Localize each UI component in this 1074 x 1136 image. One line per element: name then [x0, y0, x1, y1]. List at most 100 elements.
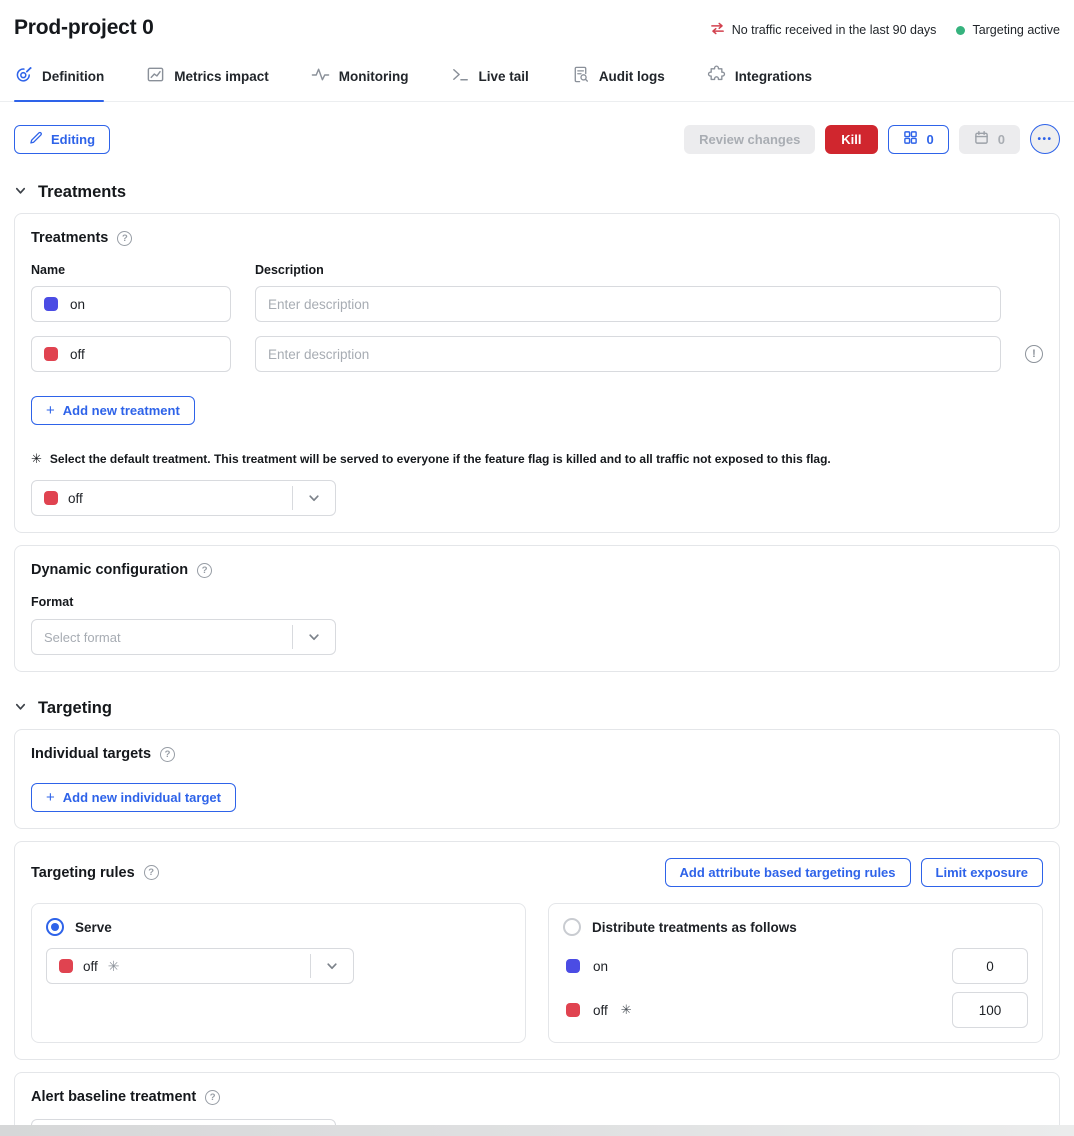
description-column-header: Description	[255, 263, 324, 277]
tab-audit-logs-label: Audit logs	[599, 69, 665, 84]
format-label: Format	[31, 595, 1043, 609]
treatment-color-chip	[44, 491, 58, 505]
chevron-down-icon[interactable]	[311, 959, 353, 973]
targeting-status: Targeting active	[956, 23, 1060, 37]
page-title: Prod-project 0	[14, 16, 154, 40]
distribute-row: off ✳	[563, 992, 1028, 1028]
help-icon[interactable]: ?	[144, 865, 159, 880]
serve-radio-selected[interactable]	[46, 918, 64, 936]
help-icon[interactable]: ?	[205, 1090, 220, 1105]
targeting-rules-header: Targeting rules ? Add attribute based ta…	[31, 858, 1043, 887]
metrics-chart-icon	[146, 65, 165, 87]
distribute-treatment-name: on	[593, 959, 608, 974]
serve-treatment-select[interactable]: off ✳	[46, 948, 354, 984]
audit-document-icon	[571, 65, 590, 87]
asterisk-icon: ✳	[108, 958, 120, 975]
schedule-count-value: 0	[998, 132, 1005, 147]
add-individual-target-button[interactable]: + Add new individual target	[31, 783, 236, 812]
page-header: Prod-project 0 No traffic received in th…	[0, 0, 1074, 40]
tab-metrics-impact[interactable]: Metrics impact	[146, 65, 269, 101]
distribute-percent-input[interactable]	[952, 992, 1028, 1028]
traffic-status-text: No traffic received in the last 90 days	[732, 23, 937, 37]
tab-integrations[interactable]: Integrations	[707, 65, 812, 101]
kill-button-label: Kill	[841, 132, 861, 147]
individual-targets-title: Individual targets ?	[31, 746, 1043, 762]
tab-metrics-impact-label: Metrics impact	[174, 69, 269, 84]
definition-target-icon	[14, 65, 33, 87]
add-new-treatment-button[interactable]: + Add new treatment	[31, 396, 195, 425]
help-icon[interactable]: ?	[197, 563, 212, 578]
toolbar-right-group: Review changes Kill 0	[684, 124, 1060, 154]
tab-monitoring[interactable]: Monitoring	[311, 65, 409, 101]
targeting-section-header[interactable]: Targeting	[14, 699, 1060, 718]
treatment-name-field[interactable]	[70, 297, 218, 312]
default-treatment-select[interactable]: off	[31, 480, 336, 516]
treatments-section-header[interactable]: Treatments	[14, 183, 1060, 202]
tab-definition-label: Definition	[42, 69, 104, 84]
help-icon[interactable]: ?	[117, 231, 132, 246]
format-select-placeholder: Select format	[44, 630, 121, 645]
kill-button[interactable]: Kill	[825, 125, 877, 154]
distribute-radio-row[interactable]: Distribute treatments as follows	[563, 918, 1028, 936]
monitoring-pulse-icon	[311, 65, 330, 87]
tab-monitoring-label: Monitoring	[339, 69, 409, 84]
schedule-count-button[interactable]: 0	[959, 125, 1020, 154]
tab-definition[interactable]: Definition	[14, 65, 104, 101]
row-icon-slot: !	[1025, 345, 1043, 363]
targeting-rule-cards: Serve off ✳ Dist	[31, 903, 1043, 1043]
puzzle-icon	[707, 65, 726, 87]
editing-button[interactable]: Editing	[14, 125, 110, 154]
treatments-section-title: Treatments	[38, 183, 126, 202]
distribute-card: Distribute treatments as follows on off …	[548, 903, 1043, 1043]
treatment-color-chip[interactable]	[44, 297, 58, 311]
treatments-panel-title-text: Treatments	[31, 230, 108, 246]
treatments-column-headers: Name Description	[31, 263, 1043, 277]
treatment-description-input[interactable]	[255, 286, 1001, 322]
tab-audit-logs[interactable]: Audit logs	[571, 65, 665, 101]
targeting-rules-panel: Targeting rules ? Add attribute based ta…	[14, 841, 1060, 1060]
changes-count-button[interactable]: 0	[888, 125, 949, 154]
traffic-status: No traffic received in the last 90 days	[710, 21, 937, 39]
tab-bar: Definition Metrics impact Monitoring	[0, 40, 1074, 102]
more-options-button[interactable]: •••	[1030, 124, 1060, 154]
plus-icon: +	[46, 403, 55, 418]
treatment-name-input[interactable]	[31, 286, 231, 322]
help-icon[interactable]: ?	[160, 747, 175, 762]
targeting-status-text: Targeting active	[972, 23, 1060, 37]
feature-flag-page: Prod-project 0 No traffic received in th…	[0, 0, 1074, 1136]
distribute-percent-input[interactable]	[952, 948, 1028, 984]
review-changes-label: Review changes	[699, 132, 800, 147]
serve-treatment-value: off	[83, 959, 98, 974]
editing-button-label: Editing	[51, 132, 95, 147]
review-changes-button[interactable]: Review changes	[684, 125, 815, 154]
changes-count-value: 0	[927, 132, 934, 147]
targeting-rules-title: Targeting rules ?	[31, 865, 159, 881]
serve-label: Serve	[75, 920, 112, 935]
treatment-row	[31, 286, 1043, 322]
format-select[interactable]: Select format	[31, 619, 336, 655]
add-new-treatment-label: Add new treatment	[63, 403, 180, 418]
dynamic-configuration-title: Dynamic configuration ?	[31, 562, 1043, 578]
treatment-color-chip[interactable]	[44, 347, 58, 361]
chevron-down-icon[interactable]	[293, 630, 335, 644]
treatments-panel-title: Treatments ?	[31, 230, 1043, 246]
treatment-description-input[interactable]	[255, 336, 1001, 372]
tab-integrations-label: Integrations	[735, 69, 812, 84]
chevron-down-icon[interactable]	[293, 491, 335, 505]
tab-live-tail[interactable]: Live tail	[451, 65, 529, 101]
targeting-active-dot-icon	[956, 26, 965, 35]
serve-radio-row[interactable]: Serve	[46, 918, 511, 936]
warning-icon: !	[1025, 345, 1043, 363]
distribute-row: on	[563, 948, 1028, 984]
treatment-name-field[interactable]	[70, 347, 218, 362]
action-toolbar: Editing Review changes Kill 0	[0, 102, 1074, 154]
plus-icon: +	[46, 790, 55, 805]
add-attribute-rules-button[interactable]: Add attribute based targeting rules	[665, 858, 911, 887]
distribute-radio-unselected[interactable]	[563, 918, 581, 936]
treatment-color-chip	[566, 1003, 580, 1017]
dynamic-configuration-panel: Dynamic configuration ? Format Select fo…	[14, 545, 1060, 672]
terminal-icon	[451, 65, 470, 87]
treatment-name-input[interactable]	[31, 336, 231, 372]
limit-exposure-button[interactable]: Limit exposure	[921, 858, 1043, 887]
treatment-row: !	[31, 336, 1043, 372]
